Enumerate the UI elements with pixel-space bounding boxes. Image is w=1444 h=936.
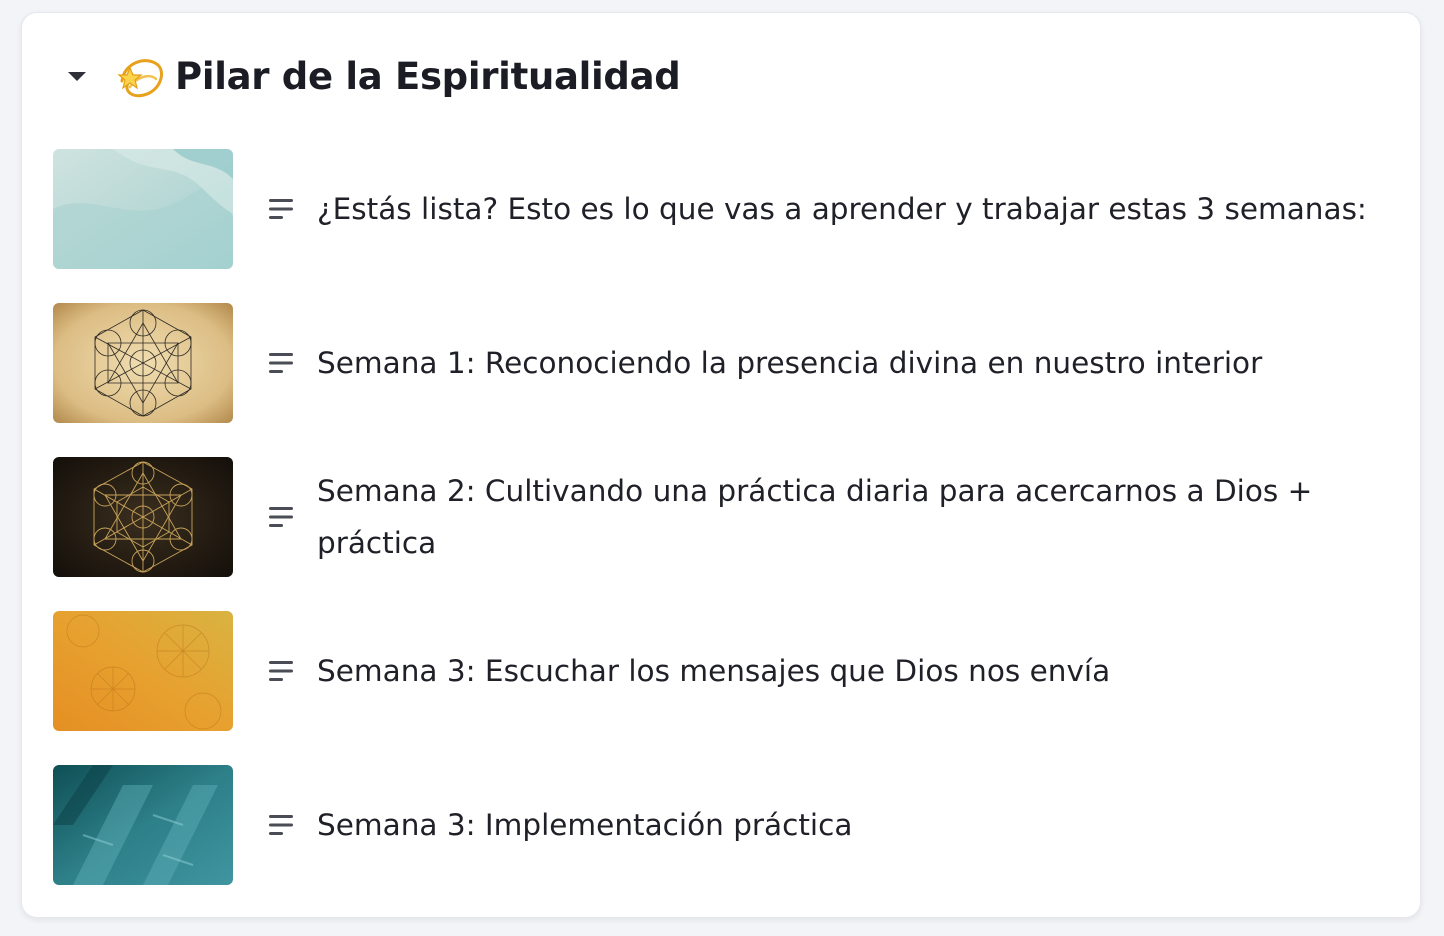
lesson-title: Semana 3: Implementación práctica	[317, 808, 853, 842]
module-card: Pilar de la Espiritualidad ¿Estás lista?…	[21, 12, 1421, 918]
lesson-thumbnail	[53, 765, 233, 885]
text-lines-icon	[269, 813, 293, 837]
lesson-thumbnail	[53, 611, 233, 731]
lesson-row[interactable]: ¿Estás lista? Esto es lo que vas a apren…	[53, 149, 1393, 269]
lesson-row[interactable]: Semana 3: Escuchar los mensajes que Dios…	[53, 611, 1393, 731]
lesson-row[interactable]: Semana 3: Implementación práctica	[53, 765, 1393, 885]
lesson-list: ¿Estás lista? Esto es lo que vas a apren…	[22, 13, 1420, 917]
lesson-title: Semana 1: Reconociendo la presencia divi…	[317, 346, 1263, 380]
lesson-row[interactable]: Semana 2: Cultivando una práctica diaria…	[53, 457, 1393, 577]
lesson-thumbnail	[53, 149, 233, 269]
text-lines-icon	[269, 505, 293, 529]
text-lines-icon	[269, 659, 293, 683]
text-lines-icon	[269, 197, 293, 221]
lesson-thumbnail	[53, 457, 233, 577]
lesson-title: Semana 3: Escuchar los mensajes que Dios…	[317, 654, 1111, 688]
lesson-title: ¿Estás lista? Esto es lo que vas a apren…	[317, 192, 1367, 226]
lesson-title: Semana 2: Cultivando una práctica diaria…	[317, 474, 1313, 560]
text-lines-icon	[269, 351, 293, 375]
lesson-row[interactable]: Semana 1: Reconociendo la presencia divi…	[53, 303, 1393, 423]
lesson-thumbnail	[53, 303, 233, 423]
